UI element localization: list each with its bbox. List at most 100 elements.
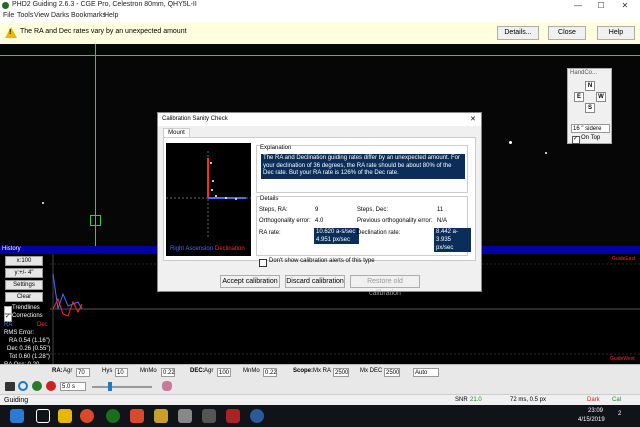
- mxra-label: Mx RA: [313, 368, 331, 374]
- phd2-taskbar-icon[interactable]: [106, 409, 120, 423]
- dialog-title: Calibration Sanity Check: [162, 116, 228, 122]
- alert-message: The RA and Dec rates vary by an unexpect…: [20, 28, 187, 35]
- gamma-slider-thumb[interactable]: [108, 382, 112, 391]
- ontop-label: On Top: [581, 135, 601, 141]
- details-label: Details: [260, 196, 279, 202]
- dec-legend: Dec: [37, 322, 48, 328]
- alert-bar: ! The RA and Dec rates vary by an unexpe…: [0, 22, 640, 45]
- y-scale-button[interactable]: y:+/- 4": [5, 268, 43, 278]
- maximize-button[interactable]: ☐: [592, 0, 610, 11]
- menu-darks[interactable]: Darks: [51, 12, 69, 19]
- accept-calibration-button[interactable]: Accept calibration: [220, 275, 280, 288]
- menu-file[interactable]: File: [3, 12, 14, 19]
- dec-mnmo-label: MnMo: [243, 368, 260, 374]
- menu-view[interactable]: View: [34, 12, 49, 19]
- explanation-text: The RA and Declination guiding rates dif…: [261, 154, 465, 179]
- steps-dec-value: 11: [437, 207, 444, 213]
- calibration-sanity-dialog: Calibration Sanity Check ✕ Mount Right A…: [157, 112, 482, 297]
- mxdec-field[interactable]: 2500: [384, 368, 400, 377]
- steps-dec-label: Steps, Dec:: [357, 207, 389, 213]
- trendlines-checkbox[interactable]: [4, 306, 12, 314]
- alert-close-button[interactable]: Close: [548, 26, 586, 40]
- dec-rms: Dec 0.26 (0.55"): [7, 346, 51, 352]
- cpu-taskbar-icon[interactable]: [226, 409, 240, 423]
- legend-ra: Right Ascension: [170, 246, 214, 252]
- stop-icon[interactable]: [46, 381, 56, 391]
- corrections-checkbox[interactable]: ✓: [4, 314, 12, 322]
- east-button[interactable]: E: [574, 92, 584, 102]
- minimize-button[interactable]: —: [569, 0, 587, 11]
- dec-agr-field[interactable]: 100: [217, 368, 231, 377]
- mnmo-label: MnMo: [140, 368, 157, 374]
- ra-label: RA:: [52, 368, 63, 374]
- corrections-label: Corrections: [12, 313, 43, 319]
- ra-rate-px: 4.951 px/sec: [314, 236, 359, 244]
- star: [509, 141, 512, 144]
- windows-start-icon[interactable]: [10, 409, 24, 423]
- app2-taskbar-icon[interactable]: [154, 409, 168, 423]
- menu-bookmarks[interactable]: Bookmarks: [71, 12, 106, 19]
- details-group: Details Steps, RA: 9 Steps, Dec: 11 Orth…: [256, 196, 471, 256]
- camera-taskbar-icon[interactable]: [202, 409, 216, 423]
- restore-calibration-button[interactable]: Restore old calibration: [350, 275, 420, 297]
- dialog-titlebar: Calibration Sanity Check ✕: [158, 113, 481, 126]
- app-taskbar-icon[interactable]: [130, 409, 144, 423]
- mnmo-field[interactable]: 0.22: [161, 368, 175, 377]
- details-button[interactable]: Details...: [497, 26, 539, 40]
- clock-date[interactable]: 4/15/2019: [578, 417, 605, 423]
- file-explorer-icon[interactable]: [58, 409, 72, 423]
- gamma-slider[interactable]: [92, 386, 152, 388]
- south-button[interactable]: S: [585, 103, 595, 113]
- dec-mode-select[interactable]: Auto: [413, 368, 439, 377]
- scope-label: Scope:: [293, 368, 314, 374]
- explanation-group: Explanation The RA and Declination guidi…: [256, 145, 468, 193]
- app-icon: [2, 2, 9, 9]
- tool-taskbar-icon[interactable]: [178, 409, 192, 423]
- task-view-icon[interactable]: [36, 409, 50, 423]
- ra-rate-label: RA rate:: [259, 230, 281, 236]
- settings-button[interactable]: Settings: [5, 280, 43, 290]
- star: [42, 202, 44, 204]
- chrome-icon[interactable]: [80, 409, 94, 423]
- status-text: Guiding: [4, 397, 29, 404]
- loop-icon[interactable]: [18, 381, 28, 391]
- star: [545, 152, 547, 154]
- west-button[interactable]: W: [596, 92, 606, 102]
- guide-icon[interactable]: [32, 381, 42, 391]
- prev-ortho-label: Previous orthogonality error:: [357, 218, 433, 224]
- ra-rate-arcsec: 10.620 a-s/sec: [314, 228, 359, 236]
- mxra-field[interactable]: 2500: [333, 368, 349, 377]
- usb-icon[interactable]: [5, 382, 15, 391]
- ra-agr-field[interactable]: 70: [76, 368, 90, 377]
- menu-tools[interactable]: Tools: [17, 12, 33, 19]
- dec-rate-label: Declination rate:: [357, 230, 401, 236]
- alert-help-button[interactable]: Help: [597, 26, 635, 40]
- x-scale-button[interactable]: x:100: [5, 256, 43, 266]
- close-window-button[interactable]: ✕: [616, 0, 634, 11]
- calibration-plot-svg: [166, 151, 251, 239]
- stellarium-taskbar-icon[interactable]: [250, 409, 264, 423]
- menu-help[interactable]: Help: [104, 12, 118, 19]
- hys-field[interactable]: 10: [115, 368, 128, 377]
- dont-show-checkbox[interactable]: [259, 259, 267, 267]
- notification-badge[interactable]: 2: [618, 411, 621, 417]
- hys-label: Hys: [102, 368, 113, 374]
- brain-icon[interactable]: [162, 381, 172, 391]
- mxdec-label: Mx DEC: [360, 368, 383, 374]
- ra-algo: Agr: [63, 368, 73, 374]
- exposure-select[interactable]: 5.0 s: [60, 382, 86, 391]
- tot-rms: Tot 0.60 (1.28"): [9, 354, 50, 360]
- prev-ortho-value: N/A: [437, 218, 448, 224]
- ortho-label: Orthogonality error:: [259, 218, 311, 224]
- speed-select[interactable]: 16 " sidere: [571, 124, 610, 133]
- snr-label: SNR: [455, 397, 468, 403]
- dark-indicator: Dark: [587, 397, 600, 403]
- clock-time[interactable]: 23:09: [588, 408, 603, 414]
- windows-taskbar: 23:09 4/15/2019 2: [0, 405, 640, 427]
- north-button[interactable]: N: [585, 81, 595, 91]
- discard-calibration-button[interactable]: Discard calibration: [285, 275, 345, 288]
- dialog-close-button[interactable]: ✕: [470, 115, 476, 123]
- ontop-checkbox[interactable]: ✓: [572, 136, 580, 144]
- dec-mnmo-field[interactable]: 0.22: [263, 368, 277, 377]
- clear-button[interactable]: Clear: [5, 292, 43, 302]
